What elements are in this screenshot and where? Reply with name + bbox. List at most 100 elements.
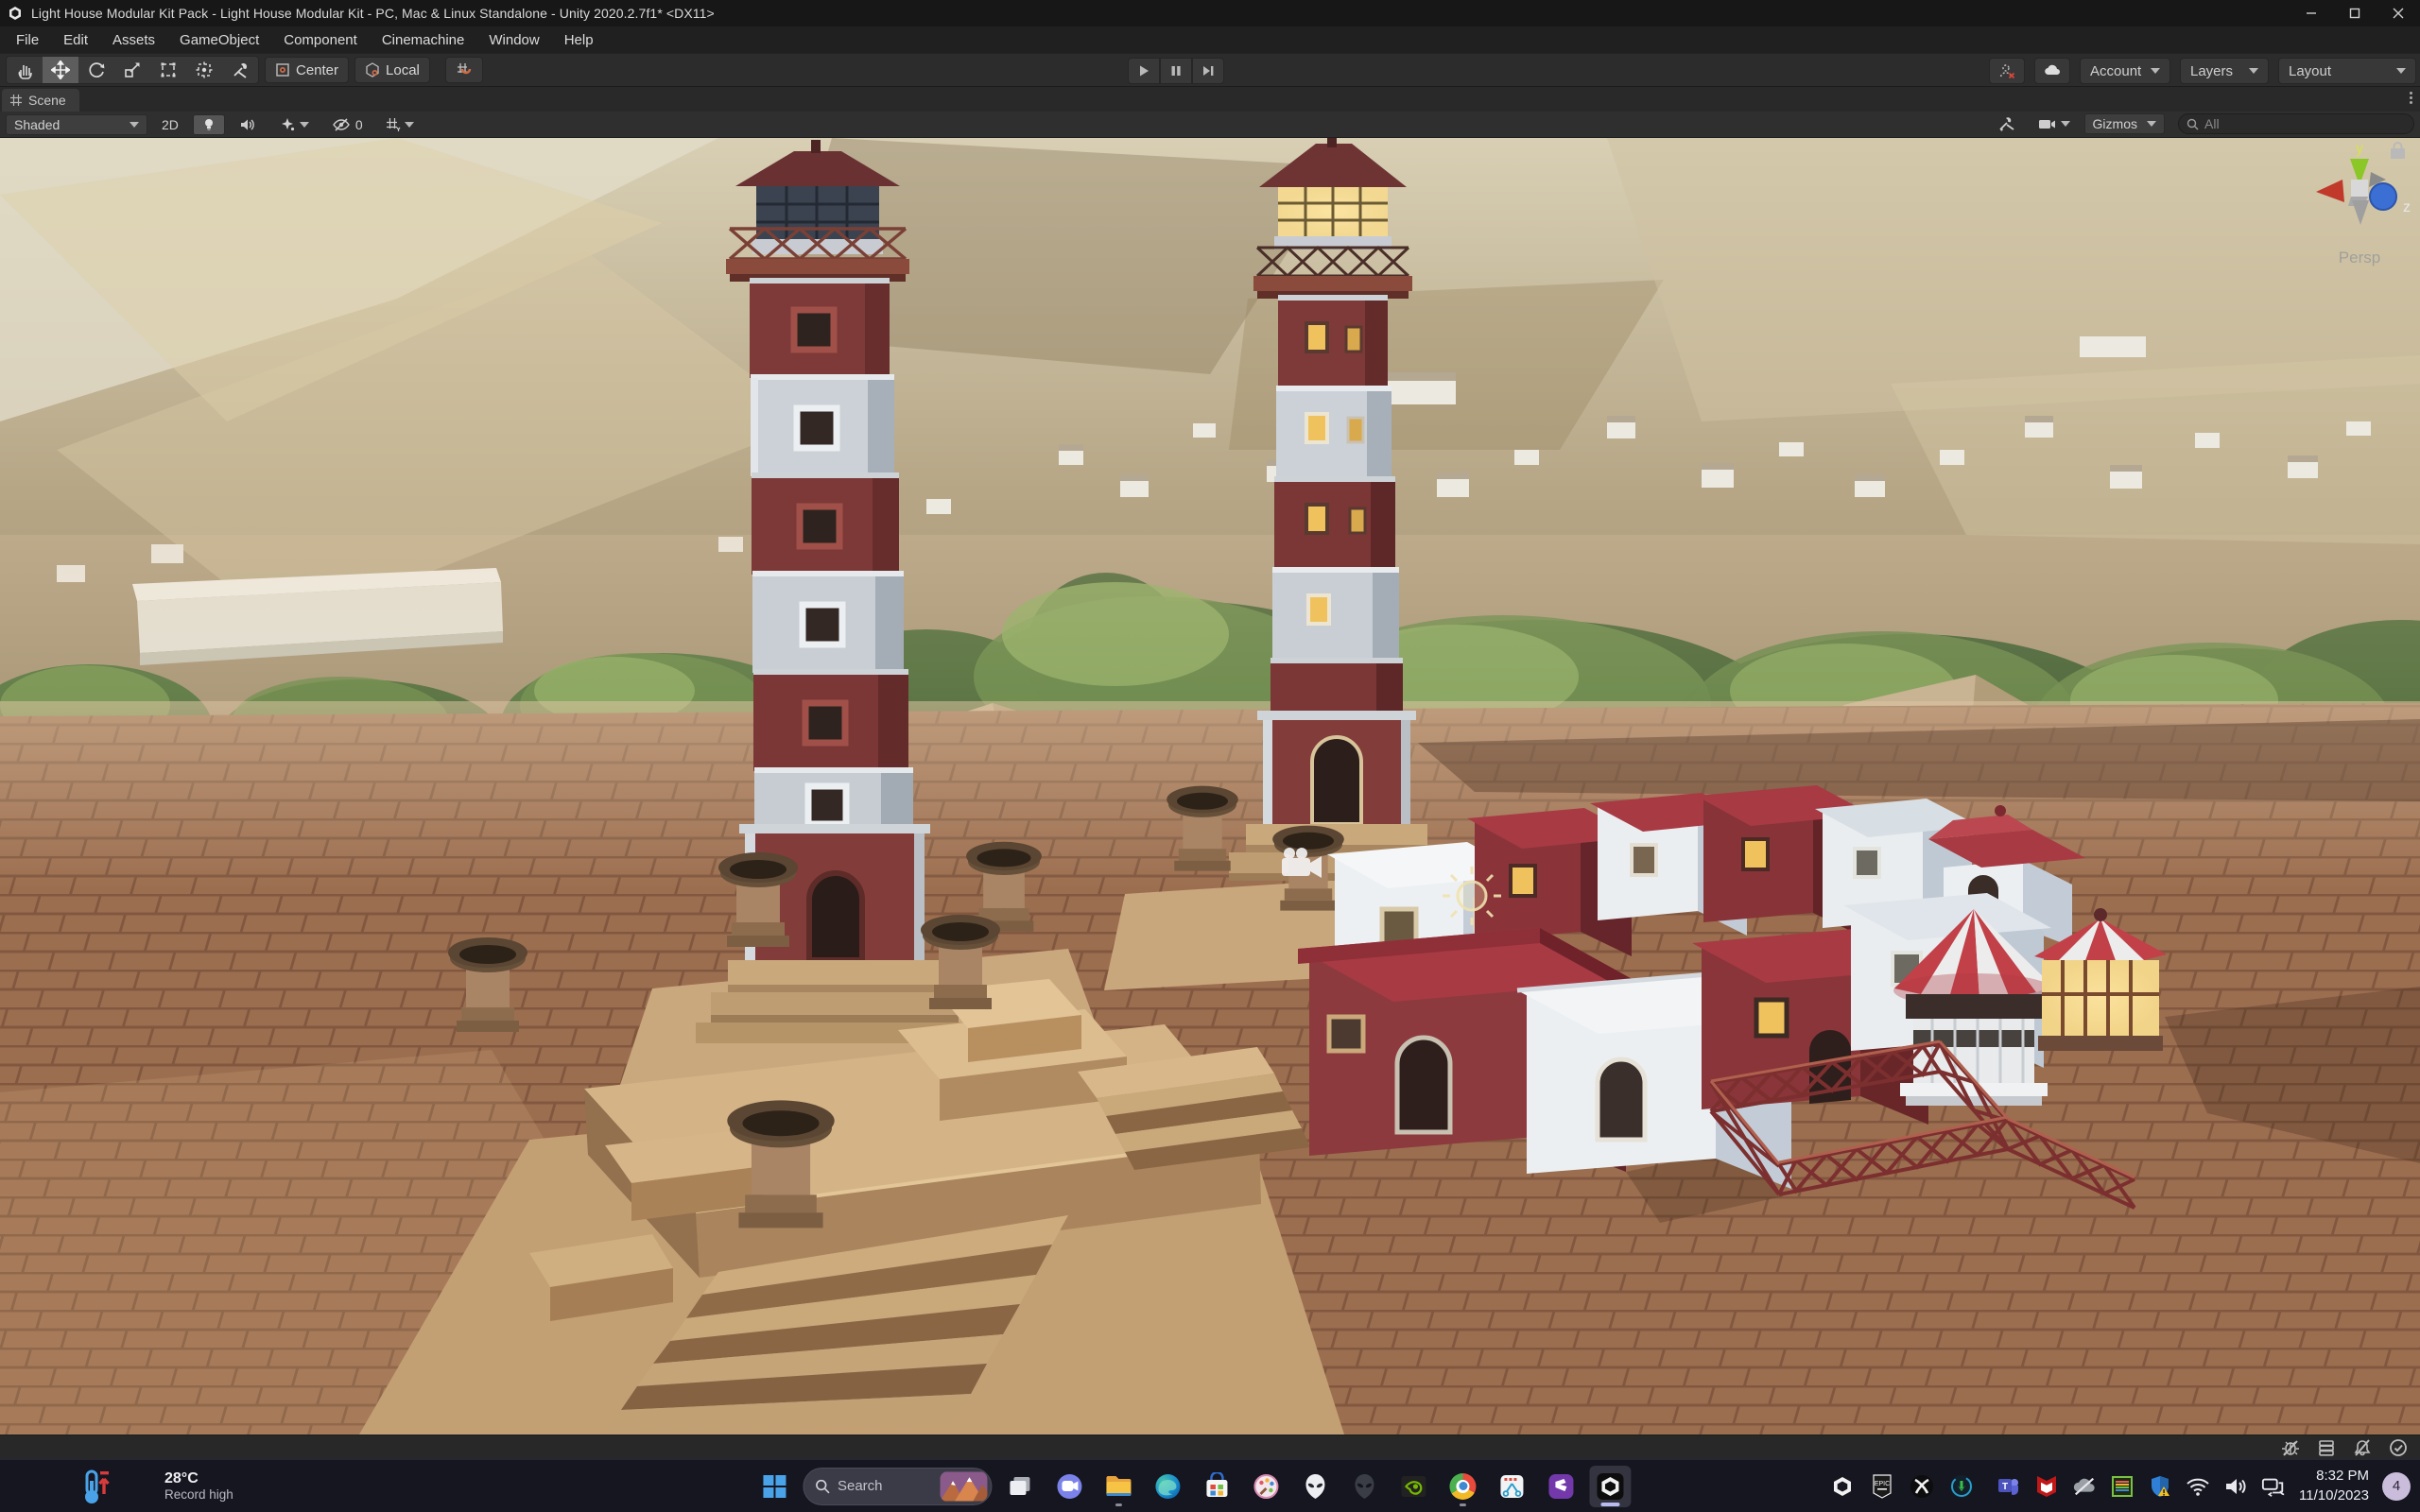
close-button[interactable]	[2377, 0, 2420, 26]
effects-toggle-button[interactable]	[270, 114, 318, 135]
volume-tray-icon[interactable]	[2223, 1474, 2248, 1499]
cloud-button[interactable]	[2034, 58, 2070, 84]
speaker-icon	[240, 119, 254, 129]
xbox-tray-icon[interactable]	[1910, 1474, 1934, 1499]
lighting-toggle-button[interactable]	[192, 113, 225, 135]
scene-tools-button[interactable]	[1990, 113, 2024, 134]
chat-app-icon[interactable]	[1048, 1466, 1090, 1507]
orientation-mode-label: Local	[386, 61, 420, 78]
collab-disabled-icon[interactable]	[1989, 58, 2025, 84]
scale-tool-button[interactable]	[114, 57, 150, 83]
rotate-tool-button[interactable]	[78, 57, 114, 83]
panel-menu-icon[interactable]	[2410, 92, 2412, 104]
step-button[interactable]	[1192, 58, 1224, 84]
menu-help[interactable]: Help	[552, 26, 606, 53]
epic-games-tray-icon[interactable]: EPIC	[1870, 1473, 1894, 1499]
paint-app-icon[interactable]	[1245, 1466, 1287, 1507]
chrome-browser-icon[interactable]	[1442, 1466, 1483, 1507]
hand-tool-button[interactable]	[7, 57, 43, 83]
snipping-tool-icon[interactable]	[1491, 1466, 1532, 1507]
alienware-command-center-icon[interactable]	[1343, 1466, 1385, 1507]
menu-file[interactable]: File	[4, 26, 51, 53]
onedrive-paused-tray-icon[interactable]	[2072, 1474, 2097, 1499]
chevron-down-icon	[130, 121, 139, 128]
mcafee-tray-icon[interactable]	[2034, 1474, 2059, 1499]
taskbar-clock[interactable]: 8:32 PM 11/10/2023	[2299, 1467, 2369, 1505]
projection-label[interactable]: Persp	[2339, 249, 2380, 266]
taskbar-center	[753, 1465, 1632, 1507]
tab-scene[interactable]: Scene	[2, 89, 79, 112]
chevron-down-icon	[2249, 68, 2258, 74]
screen-sync-tray-icon[interactable]	[2261, 1474, 2286, 1499]
unity-hub-icon[interactable]	[1589, 1465, 1632, 1507]
teams-tray-icon[interactable]: T	[1996, 1474, 2021, 1499]
2d-toggle-button[interactable]: 2D	[153, 114, 187, 135]
minimize-button[interactable]	[2290, 0, 2333, 26]
notification-badge[interactable]: 4	[2382, 1471, 2411, 1501]
menu-window[interactable]: Window	[476, 26, 551, 53]
scene-camera-button[interactable]	[2030, 113, 2079, 134]
notifications-muted-icon[interactable]	[2350, 1435, 2375, 1460]
weather-widget[interactable]: 28°C Record high	[79, 1468, 233, 1505]
taskbar-search[interactable]	[803, 1467, 993, 1505]
wifi-tray-icon[interactable]	[2186, 1474, 2210, 1499]
transform-tool-button[interactable]	[186, 57, 222, 83]
dell-update-tray-icon[interactable]	[1949, 1474, 1974, 1499]
camera-icon	[2038, 119, 2055, 129]
taskbar-search-input[interactable]	[837, 1478, 932, 1494]
search-icon	[2187, 118, 2199, 129]
cache-server-icon[interactable]	[2314, 1435, 2339, 1460]
microsoft-store-icon[interactable]	[1196, 1466, 1237, 1507]
axis-y-label: y	[2356, 141, 2363, 157]
svg-text:EPIC: EPIC	[1875, 1481, 1890, 1487]
menu-bar: File Edit Assets GameObject Component Ci…	[0, 26, 2420, 53]
start-button[interactable]	[753, 1466, 795, 1507]
draw-mode-dropdown[interactable]: Shaded	[6, 113, 147, 135]
task-view-button[interactable]	[999, 1466, 1041, 1507]
grid-axis-icon	[386, 117, 401, 131]
gizmos-dropdown[interactable]: Gizmos	[2083, 113, 2165, 134]
move-tool-button[interactable]	[43, 57, 78, 83]
chevron-down-icon	[2151, 68, 2160, 74]
debugger-icon[interactable]	[2278, 1435, 2303, 1460]
menu-cinemachine[interactable]: Cinemachine	[370, 26, 477, 53]
chevron-down-icon	[299, 121, 309, 128]
thermometer-icon	[85, 1469, 110, 1503]
pivot-mode-button[interactable]: Center	[265, 57, 350, 83]
unity-editor-tray-icon[interactable]	[1830, 1474, 1855, 1499]
progress-idle-icon[interactable]	[2386, 1435, 2411, 1460]
scene-search-field[interactable]	[2178, 113, 2414, 134]
clock-time: 8:32 PM	[2316, 1468, 2369, 1485]
layers-dropdown[interactable]: Layers	[2180, 58, 2269, 84]
layout-dropdown[interactable]: Layout	[2278, 58, 2416, 84]
menu-component[interactable]: Component	[271, 26, 370, 53]
taskbar-tray: EPIC T 8:32 PM 11/10/2023 4	[1830, 1467, 2411, 1505]
file-explorer-icon[interactable]	[1098, 1466, 1139, 1507]
scene-3d-render[interactable]: y z Persp	[0, 138, 2420, 1435]
grid-visibility-button[interactable]	[377, 114, 423, 135]
scene-viewport[interactable]: y z Persp	[0, 138, 2420, 1435]
windows-security-warning-tray-icon[interactable]	[2148, 1474, 2172, 1499]
display-colors-tray-icon[interactable]	[2110, 1474, 2135, 1499]
grid-snap-button[interactable]	[444, 57, 483, 83]
edge-browser-icon[interactable]	[1147, 1466, 1188, 1507]
rect-tool-button[interactable]	[150, 57, 186, 83]
audio-toggle-button[interactable]	[231, 114, 265, 135]
custom-tool-button[interactable]	[222, 57, 258, 83]
pause-button[interactable]	[1160, 58, 1192, 84]
maximize-button[interactable]	[2333, 0, 2377, 26]
menu-gameobject[interactable]: GameObject	[167, 26, 271, 53]
orientation-mode-button[interactable]: Local	[354, 57, 430, 83]
account-dropdown[interactable]: Account	[2080, 58, 2170, 84]
weather-temp: 28°C	[164, 1469, 199, 1486]
play-button[interactable]	[1128, 58, 1160, 84]
hidden-objects-button[interactable]: 0	[323, 114, 372, 135]
chevron-down-icon	[2147, 121, 2156, 127]
scene-search-input[interactable]	[2204, 116, 2394, 131]
clipchamp-icon[interactable]	[1540, 1466, 1582, 1507]
menu-edit[interactable]: Edit	[51, 26, 100, 53]
alienware-icon[interactable]	[1294, 1466, 1336, 1507]
nvidia-icon[interactable]	[1392, 1466, 1434, 1507]
menu-assets[interactable]: Assets	[100, 26, 167, 53]
main-toolbar: Center Local Account Layers Layout	[0, 53, 2420, 87]
